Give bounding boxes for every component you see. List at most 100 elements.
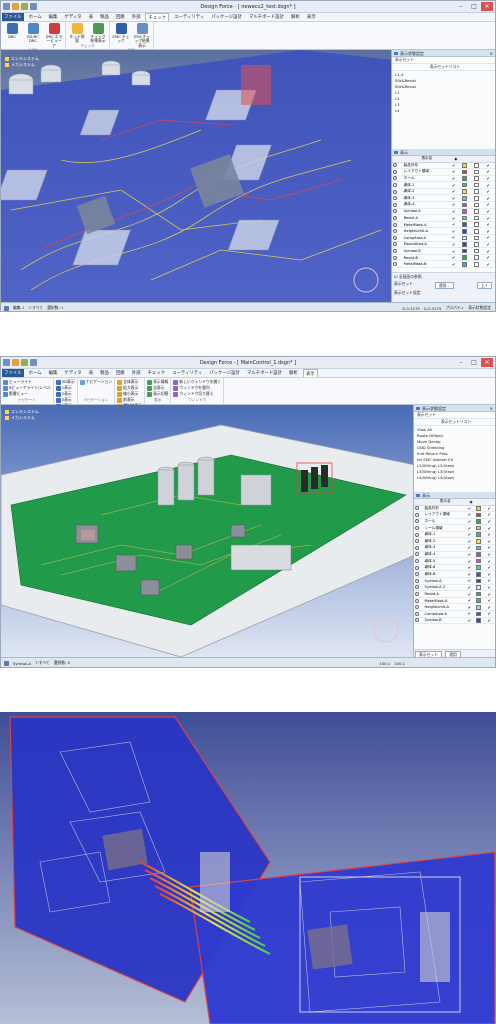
visibility-icon[interactable] [415,512,419,517]
visibility-icon[interactable] [415,506,419,511]
layer-row[interactable]: 導体-6 ✔ ✔ [414,564,495,572]
layer-color-swatch[interactable] [476,558,482,564]
layer-color-swatch[interactable] [476,512,482,518]
select-checkbox[interactable]: ✔ [487,526,490,531]
select-checkbox[interactable]: ✔ [486,176,489,181]
layer-color-swatch[interactable] [461,209,467,214]
visibility-icon[interactable] [393,183,397,188]
layer-color-swatch[interactable] [461,228,467,234]
layer-color-swatch[interactable] [461,169,467,175]
layer-color-swatch[interactable] [461,163,467,168]
layer-row[interactable]: 製品外形 ✔ ✔ [392,162,495,170]
close-icon[interactable]: ✕ [481,2,493,11]
visibility-icon[interactable] [393,202,397,207]
layer-row[interactable]: MetalMask-A ✔ ✔ [392,221,495,229]
layer-color-swatch[interactable] [473,163,479,168]
drc-error-viewer-button[interactable]: DRC エラービューア [45,23,63,48]
layer-row[interactable]: Symbol-A 2 ✔ ✔ [414,584,495,592]
visible-checkbox[interactable]: ✔ [468,506,471,511]
visible-checkbox[interactable]: ✔ [468,611,471,616]
menu-tab[interactable]: ファイル [2,369,24,377]
select-checkbox[interactable]: ✔ [487,605,490,610]
layer-color-swatch[interactable] [476,506,482,511]
menu-tab[interactable]: ゲディタ [62,369,83,377]
layer-color-swatch[interactable] [476,538,482,544]
visibility-icon[interactable] [415,565,419,570]
net-search-button[interactable]: ネット探索 [68,23,86,44]
menu-tab[interactable]: 解析 [287,369,300,377]
select-checkbox[interactable]: ✔ [486,183,489,188]
check-result-button[interactable]: チェック結果表示 [89,23,107,44]
layer-row[interactable]: CompArea-A ✔ ✔ [414,610,495,618]
close-icon[interactable]: ✕ [490,50,493,57]
select-checkbox[interactable]: ✔ [486,249,489,254]
menu-tab[interactable]: ホーム [27,369,44,377]
select-checkbox[interactable]: ✔ [487,585,490,590]
layer-color-swatch[interactable] [476,604,482,610]
visible-checkbox[interactable]: ✔ [452,235,455,240]
visible-checkbox[interactable]: ✔ [468,598,471,603]
quick-access-toolbar[interactable] [3,359,37,366]
layer-color-swatch[interactable] [461,202,467,208]
visible-checkbox[interactable]: ✔ [468,559,471,564]
layer-row[interactable]: 導体-1 ✔ ✔ [392,181,495,189]
visibility-icon[interactable] [393,189,397,194]
visibility-icon[interactable] [415,598,419,603]
layer-color-swatch[interactable] [476,565,482,570]
layer-row[interactable]: レイアウト領域 ✔ ✔ [414,511,495,519]
tree-item-mechanical[interactable]: メカシステム [5,62,39,68]
menu-tab[interactable]: 表示 [305,13,318,21]
select-checkbox[interactable]: ✔ [486,209,489,214]
visibility-icon[interactable] [415,592,419,597]
minimize-icon[interactable]: – [455,358,467,367]
visible-checkbox[interactable]: ✔ [468,545,471,550]
emc-result-button[interactable]: EMCチェック結果表示 [133,23,151,48]
select-checkbox[interactable]: ✔ [487,539,490,544]
menu-tab[interactable]: マルチボード設計 [245,369,284,377]
close-icon[interactable]: ✕ [490,405,493,412]
visibility-icon[interactable] [415,532,419,537]
layer-row[interactable]: 導体-3 ✔ ✔ [414,544,495,552]
tree-item-mechanical[interactable]: メカシステム [5,415,39,421]
menu-tab[interactable]: 表 [87,13,95,21]
menu-tab[interactable]: 表 [87,369,95,377]
select-checkbox[interactable]: ✔ [487,565,490,570]
layer-color-swatch[interactable] [476,618,482,623]
select-checkbox[interactable]: ✔ [487,618,490,623]
select-checkbox[interactable]: ✔ [487,545,490,550]
layer-color-swatch[interactable] [476,591,482,597]
panel-tab-display[interactable]: 表示状態設定 [468,305,491,311]
layer-color-swatch[interactable] [461,222,467,227]
visibility-icon[interactable] [415,585,419,590]
ribbon-button[interactable]: 表示切替 [147,391,168,397]
select-checkbox[interactable]: ✔ [486,242,489,247]
select-checkbox[interactable]: ✔ [487,598,490,603]
layer-row[interactable]: 導体-1 ✔ ✔ [414,531,495,539]
visible-checkbox[interactable]: ✔ [452,262,455,267]
select-checkbox[interactable]: ✔ [486,235,489,240]
layer-row[interactable]: 導体-2 ✔ ✔ [414,537,495,546]
layer-color-swatch[interactable] [461,182,467,188]
layer-row[interactable]: ホール ✔ ✔ [392,175,495,183]
layer-color-swatch[interactable] [473,169,479,175]
maximize-icon[interactable]: □ [468,2,480,11]
layer-color-swatch[interactable] [473,215,479,221]
layer-color-swatch[interactable] [473,189,479,194]
layer-color-swatch[interactable] [476,578,482,584]
select-checkbox[interactable]: ✔ [486,189,489,194]
status-filter[interactable]: 7:すべて [28,305,43,311]
layer-color-swatch[interactable] [473,228,479,234]
visible-checkbox[interactable]: ✔ [468,532,471,537]
visible-checkbox[interactable]: ✔ [452,229,455,234]
visibility-icon[interactable] [415,519,419,524]
layer-color-swatch[interactable] [476,545,482,551]
select-checkbox[interactable]: ✔ [486,196,489,201]
select-checkbox[interactable]: ✔ [487,506,490,511]
menu-tab[interactable]: 編集 [47,13,60,21]
status-grid-x[interactable]: G-0.3175 [402,306,420,311]
layer-color-swatch[interactable] [476,585,482,590]
menu-tab[interactable]: 編集 [47,369,60,377]
select-checkbox[interactable]: ✔ [486,202,489,207]
visibility-icon[interactable] [393,222,397,227]
visible-checkbox[interactable]: ✔ [452,242,455,247]
